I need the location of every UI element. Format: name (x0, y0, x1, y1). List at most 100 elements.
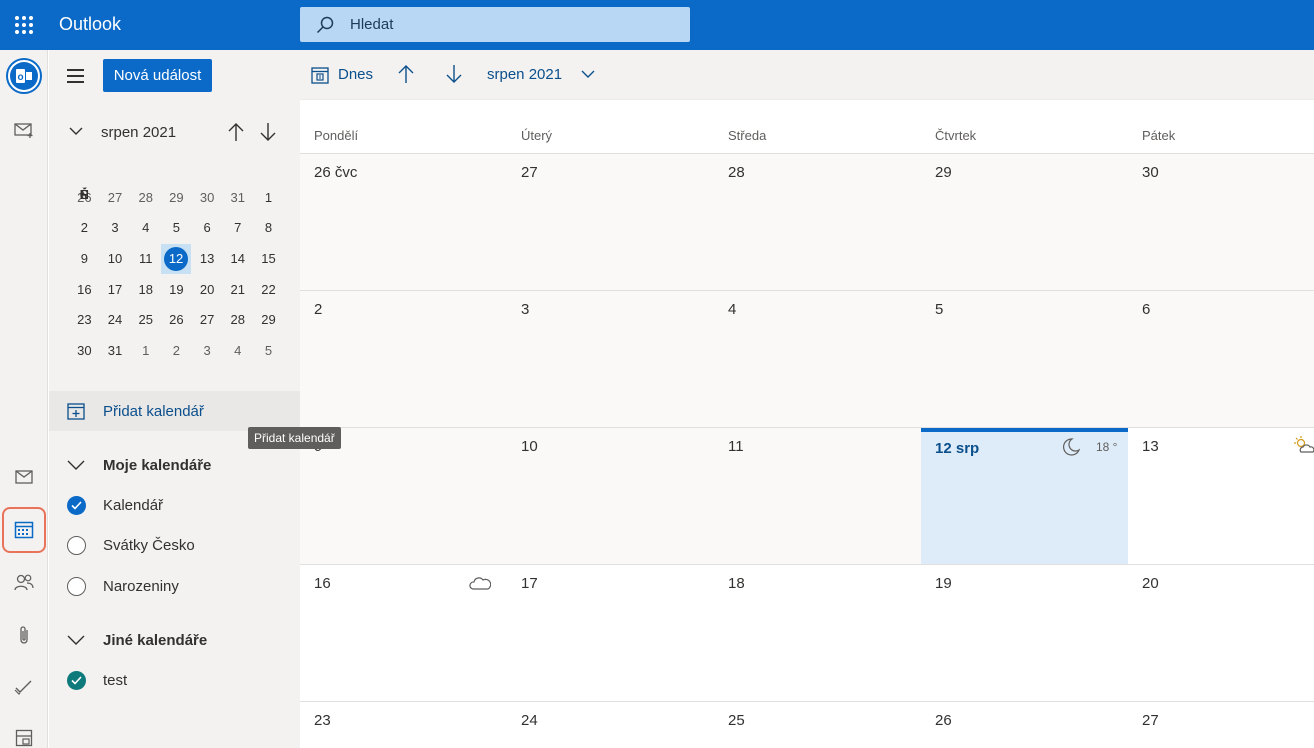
mini-day[interactable]: 20 (192, 275, 223, 306)
today-button[interactable]: Dnes (338, 66, 373, 83)
day-cell[interactable]: 20 (1128, 565, 1314, 701)
calendar-item-test[interactable]: test (49, 666, 300, 696)
day-cell[interactable]: 27 (1128, 702, 1314, 748)
mini-day[interactable]: 29 (253, 305, 284, 336)
mini-day[interactable]: 4 (130, 213, 161, 244)
day-cell[interactable]: 10 (507, 428, 714, 564)
mini-day[interactable]: 11 (130, 244, 161, 275)
mini-day[interactable]: 15 (253, 244, 284, 275)
arrow-up-icon[interactable] (227, 122, 245, 142)
calendar-icon[interactable] (0, 510, 48, 550)
mini-day[interactable]: 21 (222, 275, 253, 306)
mini-day[interactable]: 31 (222, 183, 253, 214)
day-cell[interactable]: 17 (507, 565, 714, 701)
other-calendars-group[interactable]: Jiné kalendáře (49, 626, 300, 656)
outlook-logo-icon[interactable]: o (6, 58, 42, 94)
mini-day[interactable]: 13 (192, 244, 223, 275)
mini-day[interactable]: 7 (222, 213, 253, 244)
hamburger-menu-icon[interactable] (67, 69, 84, 87)
day-cell[interactable]: 26 (921, 702, 1128, 748)
mini-day[interactable]: 4 (222, 336, 253, 367)
new-event-button[interactable]: Nová událost (103, 59, 212, 92)
mini-day[interactable]: 28 (130, 183, 161, 214)
previous-arrow-icon[interactable] (397, 64, 415, 84)
mini-day[interactable]: 16 (69, 275, 100, 306)
mini-day[interactable]: 3 (192, 336, 223, 367)
day-cell[interactable]: 24 (507, 702, 714, 748)
mini-calendar-title[interactable]: srpen 2021 (101, 124, 176, 141)
mini-day[interactable]: 19 (161, 275, 192, 306)
day-cell[interactable]: 5 (921, 291, 1128, 427)
day-number: 16 (314, 575, 331, 592)
add-calendar-button[interactable]: Přidat kalendář (49, 391, 300, 431)
checkbox-checked-icon[interactable] (67, 671, 86, 690)
arrow-down-icon[interactable] (259, 122, 277, 142)
new-mail-icon[interactable] (0, 110, 48, 150)
mini-day-today[interactable]: 12 (161, 244, 192, 275)
mini-day[interactable]: 1 (130, 336, 161, 367)
mini-day[interactable]: 27 (192, 305, 223, 336)
mini-day[interactable]: 28 (222, 305, 253, 336)
mini-day[interactable]: 30 (69, 336, 100, 367)
mini-day[interactable]: 5 (161, 213, 192, 244)
day-cell[interactable]: 4 (714, 291, 921, 427)
day-cell[interactable]: 19 (921, 565, 1128, 701)
day-cell[interactable]: 11 (714, 428, 921, 564)
mini-day[interactable]: 30 (192, 183, 223, 214)
calendar-item-kalendar[interactable]: Kalendář (49, 491, 300, 521)
mini-day[interactable]: 6 (192, 213, 223, 244)
day-cell-today[interactable]: 12 srp 18 ° (921, 428, 1128, 564)
mini-day[interactable]: 5 (253, 336, 284, 367)
day-cell[interactable]: 30 (1128, 154, 1314, 290)
day-cell[interactable]: 28 (714, 154, 921, 290)
day-cell[interactable]: 2 (300, 291, 507, 427)
mini-day[interactable]: 10 (100, 244, 131, 275)
day-cell[interactable]: 13 (1128, 428, 1314, 564)
mini-day[interactable]: 23 (69, 305, 100, 336)
mini-day[interactable]: 18 (130, 275, 161, 306)
mini-day[interactable]: 29 (161, 183, 192, 214)
mini-day[interactable]: 1 (253, 183, 284, 214)
mini-day[interactable]: 24 (100, 305, 131, 336)
day-cell[interactable]: 18 (714, 565, 921, 701)
checkbox-checked-icon[interactable] (67, 496, 86, 515)
chevron-down-icon[interactable] (69, 126, 83, 136)
app-title[interactable]: Outlook (59, 14, 121, 35)
calendar-item-svatky[interactable]: Svátky Česko (49, 531, 300, 561)
mini-day[interactable]: 2 (161, 336, 192, 367)
todo-icon[interactable] (0, 667, 48, 707)
day-cell[interactable]: 26 čvc (300, 154, 507, 290)
month-picker[interactable]: srpen 2021 (487, 66, 562, 83)
mini-day[interactable]: 14 (222, 244, 253, 275)
people-icon[interactable] (0, 562, 48, 602)
mini-day[interactable]: 2 (69, 213, 100, 244)
mini-day[interactable]: 3 (100, 213, 131, 244)
day-cell[interactable]: 29 (921, 154, 1128, 290)
day-cell[interactable]: 25 (714, 702, 921, 748)
mini-day[interactable]: 17 (100, 275, 131, 306)
mini-day[interactable]: 8 (253, 213, 284, 244)
mini-day[interactable]: 22 (253, 275, 284, 306)
mini-day[interactable]: 26 (161, 305, 192, 336)
next-arrow-icon[interactable] (445, 64, 463, 84)
mini-day[interactable]: 9 (69, 244, 100, 275)
day-cell[interactable]: 6 (1128, 291, 1314, 427)
checkbox-unchecked-icon[interactable] (67, 577, 86, 596)
search-input[interactable]: Hledat (300, 7, 690, 42)
mini-day[interactable]: 31 (100, 336, 131, 367)
attachment-icon[interactable] (0, 615, 48, 655)
calendar-item-narozeniny[interactable]: Narozeniny (49, 572, 300, 602)
today-calendar-icon[interactable] (311, 66, 329, 84)
app-launcher-button[interactable] (0, 0, 48, 50)
groups-icon[interactable] (0, 718, 48, 748)
my-calendars-group[interactable]: Moje kalendáře (49, 451, 300, 481)
mail-icon[interactable] (0, 457, 48, 497)
day-cell[interactable]: 23 (300, 702, 507, 748)
day-cell[interactable]: 3 (507, 291, 714, 427)
day-cell[interactable]: 16 (300, 565, 507, 701)
mini-day[interactable]: 25 (130, 305, 161, 336)
mini-day[interactable]: 27 (100, 183, 131, 214)
chevron-down-icon[interactable] (581, 70, 595, 79)
day-cell[interactable]: 27 (507, 154, 714, 290)
checkbox-unchecked-icon[interactable] (67, 536, 86, 555)
